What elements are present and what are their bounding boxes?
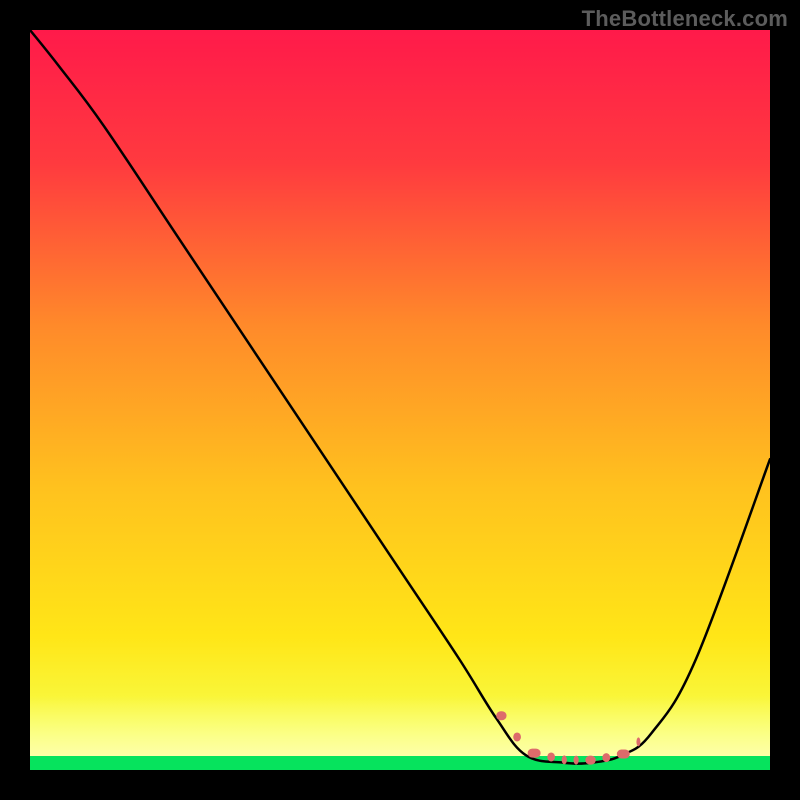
flat-region-marker bbox=[496, 711, 506, 720]
flat-region-marker bbox=[636, 737, 640, 746]
chart-area bbox=[30, 30, 770, 770]
flat-region-marker bbox=[562, 755, 567, 764]
flat-region-marker bbox=[602, 753, 610, 762]
flat-region-marker bbox=[574, 756, 579, 765]
flat-region-marker bbox=[528, 749, 541, 758]
bottleneck-curve bbox=[30, 30, 770, 770]
flat-region-marker bbox=[513, 732, 521, 741]
flat-region-marker bbox=[585, 756, 595, 765]
watermark-label: TheBottleneck.com bbox=[582, 6, 788, 32]
flat-region-marker bbox=[547, 752, 555, 761]
flat-region-marker bbox=[617, 749, 630, 758]
